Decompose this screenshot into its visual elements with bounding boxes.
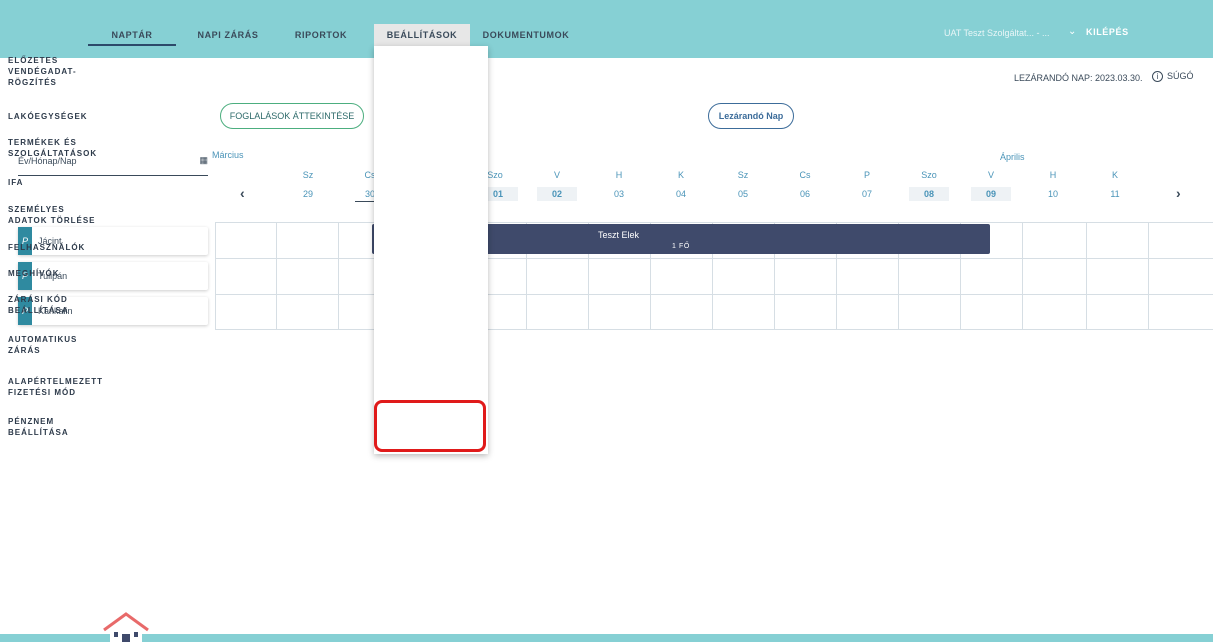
day-of-week: Cs (799, 170, 811, 180)
calendar-icon[interactable]: ▦ (199, 155, 208, 166)
grid-line (1086, 222, 1087, 330)
day-number[interactable]: 04 (666, 187, 696, 201)
nav-documents[interactable]: DOKUMENTUMOK (478, 0, 574, 58)
menu-item-line: FELHASZNÁLÓK (8, 243, 86, 252)
menu-item-line: IFA (8, 178, 24, 187)
grid-line (215, 222, 1213, 223)
menu-item-line: ELŐZETES (8, 56, 59, 65)
booking-guest-name: Teszt Elek (598, 230, 640, 240)
grid-line (215, 222, 216, 330)
booking-people-count: 1 FŐ (672, 243, 690, 250)
info-icon: i (1152, 71, 1163, 82)
day-of-week: P (863, 170, 870, 180)
menu-item-line: ADATOK TÖRLÉSE (8, 216, 96, 225)
menu-item-currency-settings[interactable]: PÉNZNEM BEÁLLÍTÁSA (8, 416, 108, 438)
menu-item-line: ZÁRÁS (8, 346, 41, 355)
day-number-weekend[interactable]: 09 (971, 187, 1011, 201)
day-of-week: K (677, 170, 684, 180)
menu-item-automatic-closing[interactable]: AUTOMATIKUS ZÁRÁS (8, 334, 108, 356)
menu-item-line: PÉNZNEM (8, 417, 55, 426)
house-logo-icon (103, 612, 149, 642)
menu-item-line: RÖGZÍTÉS (8, 78, 57, 87)
nav-active-underline (88, 44, 176, 46)
day-number[interactable]: 07 (852, 187, 882, 201)
menu-item-line: ZÁRÁSI KÓD (8, 295, 68, 304)
menu-item-products-services[interactable]: TERMÉKEK ÉS SZOLGÁLTATÁSOK (8, 137, 108, 159)
settings-dropdown-menu (374, 46, 488, 454)
menu-item-line: BEÁLLÍTÁSA (8, 428, 69, 437)
menu-item-line: BEÁLLÍTÁSA (8, 306, 69, 315)
menu-item-units[interactable]: LAKÓEGYSÉGEK (8, 111, 108, 122)
day-number-weekend[interactable]: 02 (537, 187, 577, 201)
day-of-week: V (987, 170, 994, 180)
day-of-week: H (615, 170, 623, 180)
menu-item-invitations[interactable]: MEGHÍVÓK (8, 268, 108, 279)
help-label: SÚGÓ (1167, 71, 1194, 81)
closing-day-label: LEZÁRANDÓ NAP: 2023.03.30. (1014, 73, 1143, 83)
menu-item-personal-data-deletion[interactable]: SZEMÉLYES ADATOK TÖRLÉSE (8, 204, 108, 226)
menu-item-line: SZOLGÁLTATÁSOK (8, 149, 98, 158)
day-of-week: K (1111, 170, 1118, 180)
menu-item-closing-code-settings[interactable]: ZÁRÁSI KÓD BEÁLLÍTÁSA (8, 294, 108, 316)
menu-item-line: TERMÉKEK ÉS (8, 138, 77, 147)
day-of-week: Szo (921, 170, 937, 180)
footer-bar (0, 634, 1213, 642)
nav-reports[interactable]: RIPORTOK (286, 0, 356, 58)
day-number[interactable]: 29 (293, 187, 323, 201)
day-of-week: V (553, 170, 560, 180)
prev-arrow-icon[interactable]: ‹ (240, 185, 245, 201)
menu-item-line: SZEMÉLYES (8, 205, 65, 214)
grid-line (1148, 222, 1149, 330)
month-label-march: Március (212, 150, 244, 160)
day-number[interactable]: 11 (1100, 187, 1130, 201)
closing-day-button[interactable]: Lezárandó Nap (708, 103, 794, 129)
menu-item-line: AUTOMATIKUS (8, 335, 78, 344)
day-number-weekend[interactable]: 08 (909, 187, 949, 201)
chevron-down-icon[interactable]: ⌄ (1068, 26, 1076, 37)
logout-button[interactable]: KILÉPÉS (1086, 27, 1129, 37)
menu-item-line: MEGHÍVÓK (8, 269, 60, 278)
highlight-box (374, 400, 486, 452)
day-of-week: Sz (737, 170, 749, 180)
menu-item-default-payment-method[interactable]: ALAPÉRTELMEZETT FIZETÉSI MÓD (8, 376, 108, 398)
day-number[interactable]: 05 (728, 187, 758, 201)
day-of-week: Sz (302, 170, 314, 180)
menu-item-pre-guest-registration[interactable]: ELŐZETES VENDÉGADAT- RÖGZÍTÉS (8, 55, 108, 88)
month-label-april: Április (1000, 152, 1025, 162)
help-link[interactable]: i SÚGÓ (1152, 71, 1194, 82)
grid-line (1022, 222, 1023, 330)
grid-line (338, 222, 339, 330)
grid-line (215, 329, 1213, 330)
menu-item-line: LAKÓEGYSÉGEK (8, 112, 88, 121)
nav-daily-closing[interactable]: NAPI ZÁRÁS (186, 0, 270, 58)
menu-item-users[interactable]: FELHASZNÁLÓK (8, 242, 108, 253)
nav-calendar[interactable]: NAPTÁR (88, 0, 176, 58)
day-number[interactable]: 10 (1038, 187, 1068, 201)
menu-item-line: FIZETÉSI MÓD (8, 388, 76, 397)
grid-line (215, 294, 1213, 295)
next-arrow-icon[interactable]: › (1176, 185, 1181, 201)
company-selector[interactable]: UAT Teszt Szolgáltat... - ... (944, 28, 1050, 38)
day-of-week: H (1049, 170, 1057, 180)
day-number[interactable]: 03 (604, 187, 634, 201)
day-number[interactable]: 06 (790, 187, 820, 201)
bookings-overview-button[interactable]: FOGLALÁSOK ÁTTEKINTÉSE (220, 103, 364, 129)
menu-item-line: ALAPÉRTELMEZETT (8, 377, 103, 386)
grid-line (215, 258, 1213, 259)
menu-item-line: VENDÉGADAT- (8, 67, 77, 76)
grid-line (276, 222, 277, 330)
menu-item-ifa[interactable]: IFA (8, 177, 108, 188)
